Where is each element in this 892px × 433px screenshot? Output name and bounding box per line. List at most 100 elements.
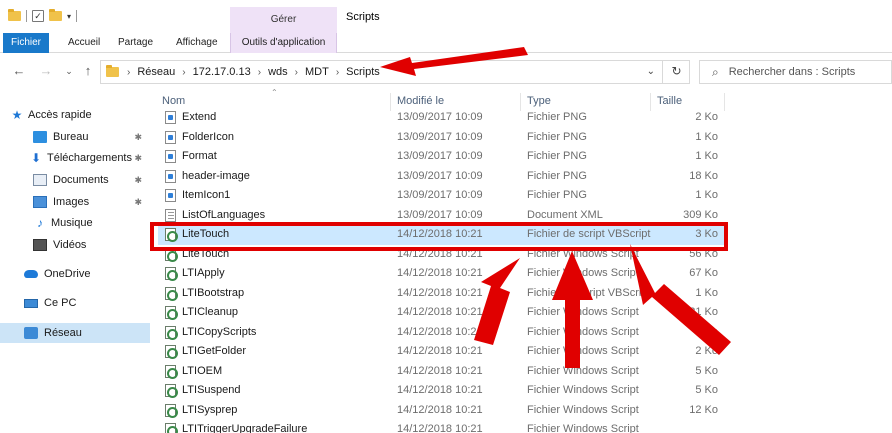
network-icon (24, 327, 38, 339)
column-header-taille[interactable]: Taille (657, 95, 682, 107)
refresh-icon[interactable]: ↻ (662, 60, 690, 84)
file-type: Fichier PNG (527, 189, 587, 201)
file-date: 13/09/2017 10:09 (397, 130, 483, 143)
sidebar-item-label: OneDrive (44, 268, 91, 280)
table-row[interactable]: LTISuspend 14/12/2018 10:21 Fichier Window… (158, 381, 728, 401)
sidebar-item-videos[interactable]: Vidéos (0, 235, 150, 255)
table-row[interactable]: LTIGetFolder 14/12/2018 10:21 Fichier Wind… (158, 342, 728, 362)
table-row[interactable]: Format 13/09/2017 10:09 Fichier PNG 1 Ko (158, 147, 728, 167)
table-row[interactable]: LTICleanup 14/12/2018 10:21 Fichier Window… (158, 303, 728, 323)
navigation-pane: ★ Accès rapide Bureau ✱ ⬇ Téléchargement… (0, 95, 150, 433)
search-icon: ⌕ (712, 64, 719, 79)
script-file-icon (165, 403, 178, 418)
file-name: LTIGetFolder (182, 345, 246, 357)
context-group-label: Gérer (230, 7, 337, 33)
search-input[interactable] (728, 66, 891, 78)
onedrive-icon (24, 270, 38, 278)
table-row[interactable]: ItemIcon1 13/09/2017 10:09 Fichier PNG 1 Ko (158, 186, 728, 206)
image-file-icon (165, 189, 176, 202)
tab-outils-application[interactable]: Outils d'application (230, 33, 337, 53)
table-row[interactable]: LTIOEM 14/12/2018 10:21 Fichier Windows Sc… (158, 362, 728, 382)
breadcrumb-reseau[interactable]: Réseau (137, 66, 175, 78)
file-size: 1 Ko (695, 286, 718, 299)
download-icon: ⬇ (30, 151, 42, 165)
sidebar-item-telechargements[interactable]: ⬇ Téléchargements ✱ (0, 148, 150, 168)
file-size: 5 Ko (695, 384, 718, 396)
back-arrow-icon[interactable]: ← (10, 63, 28, 78)
recent-locations-chevron-icon[interactable]: ⌄ (60, 66, 78, 77)
script-file-icon (165, 345, 178, 359)
tab-accueil[interactable]: Accueil (58, 33, 110, 53)
script-file-icon (165, 325, 178, 340)
pin-icon[interactable]: ✱ (134, 132, 142, 143)
table-row[interactable]: LTICopyScripts 14/12/2018 10:21 Fichier Wi… (158, 323, 728, 343)
file-size: 1 Ko (695, 150, 718, 162)
file-date: 14/12/2018 10:21 (397, 403, 483, 416)
breadcrumb-scripts[interactable]: Scripts (346, 66, 380, 78)
file-name: Extend (182, 111, 217, 123)
sidebar-item-bureau[interactable]: Bureau ✱ (0, 127, 150, 147)
tab-fichier[interactable]: Fichier (3, 33, 49, 53)
table-row[interactable]: FolderIcon 13/09/2017 10:09 Fichier PNG 1 K… (158, 128, 728, 148)
sidebar-item-ce-pc[interactable]: Ce PC (0, 293, 150, 313)
table-row[interactable]: Extend 13/09/2017 10:09 Fichier PNG 2 Ko (158, 108, 728, 128)
file-size: 67 Ko (689, 267, 718, 279)
column-header-nom[interactable]: Nom (162, 95, 185, 107)
file-date: 13/09/2017 10:09 (397, 169, 483, 182)
tab-affichage[interactable]: Affichage (166, 33, 228, 53)
sidebar-item-label: Bureau (53, 131, 89, 143)
column-header-type[interactable]: Type (527, 95, 551, 107)
file-list: ⌃ Nom Modifié le Type Taille Extend 13/09… (158, 88, 728, 433)
breadcrumb-mdt[interactable]: MDT (305, 66, 329, 78)
file-type: Fichier Windows Script (527, 364, 639, 377)
folder-icon[interactable] (8, 9, 21, 21)
properties-check-icon[interactable]: ✓ (32, 10, 44, 22)
new-folder-icon[interactable] (49, 9, 62, 21)
up-arrow-icon[interactable]: ↑ (79, 63, 97, 78)
column-header-modifie-le[interactable]: Modifié le (397, 95, 444, 107)
file-type: Document XML (527, 208, 603, 221)
search-box[interactable]: ⌕ (699, 60, 892, 84)
breadcrumb-separator-icon[interactable]: › (127, 67, 130, 78)
breadcrumb-separator-icon[interactable]: › (295, 67, 298, 78)
pin-icon[interactable]: ✱ (134, 175, 142, 186)
file-type: Fichier PNG (527, 130, 587, 143)
file-size: 309 Ko (683, 208, 718, 221)
pin-icon[interactable]: ✱ (134, 153, 142, 164)
quick-access-toolbar: ✓ ▾ (8, 9, 78, 22)
sidebar-item-onedrive[interactable]: OneDrive (0, 264, 150, 284)
address-dropdown-chevron-icon[interactable]: ⌄ (647, 66, 655, 77)
breadcrumb-ip[interactable]: 172.17.0.13 (193, 66, 251, 78)
sidebar-item-documents[interactable]: Documents ✱ (0, 170, 150, 190)
table-row[interactable]: LTIBootstrap 14/12/2018 10:21 Fichier de s… (158, 284, 728, 304)
breadcrumb-separator-icon[interactable]: › (336, 67, 339, 78)
address-bar[interactable]: › Réseau › 172.17.0.13 › wds › MDT › Scr… (100, 60, 690, 84)
table-row[interactable]: header-image 13/09/2017 10:09 Fichier PNG 1… (158, 167, 728, 187)
sidebar-item-musique[interactable]: ♪ Musique (0, 213, 150, 233)
videos-icon (33, 239, 47, 251)
desktop-icon (33, 131, 47, 143)
sidebar-item-label: Vidéos (53, 239, 87, 251)
window-title: Scripts (346, 11, 380, 23)
sidebar-item-reseau[interactable]: Réseau (0, 323, 150, 343)
breadcrumb-separator-icon[interactable]: › (258, 67, 261, 78)
sidebar-item-images[interactable]: Images ✱ (0, 192, 150, 212)
table-row[interactable]: LTISysprep 14/12/2018 10:21 Fichier Window… (158, 401, 728, 421)
pin-icon[interactable]: ✱ (134, 197, 142, 208)
breadcrumb-separator-icon[interactable]: › (182, 67, 185, 78)
customize-toolbar-arrow-icon[interactable]: ▾ (67, 12, 71, 21)
file-date: 14/12/2018 10:21 (397, 306, 483, 318)
sidebar-item-acces-rapide[interactable]: ★ Accès rapide (10, 105, 160, 125)
tab-partage[interactable]: Partage (108, 33, 163, 53)
table-row[interactable]: LTITriggerUpgradeFailure 14/12/2018 10:21… (158, 420, 728, 433)
breadcrumb-wds[interactable]: wds (268, 66, 288, 78)
file-name: LTITriggerUpgradeFailure (182, 423, 308, 433)
script-file-icon (165, 423, 178, 433)
forward-arrow-icon[interactable]: → (37, 63, 55, 78)
computer-icon (24, 298, 38, 308)
file-name: LTIApply (182, 267, 225, 279)
file-type: Fichier Windows Script (527, 267, 639, 279)
table-row[interactable]: LTIApply 14/12/2018 10:21 Fichier Windows … (158, 264, 728, 284)
file-name: ListOfLanguages (182, 208, 266, 221)
file-size: 18 Ko (689, 169, 718, 182)
